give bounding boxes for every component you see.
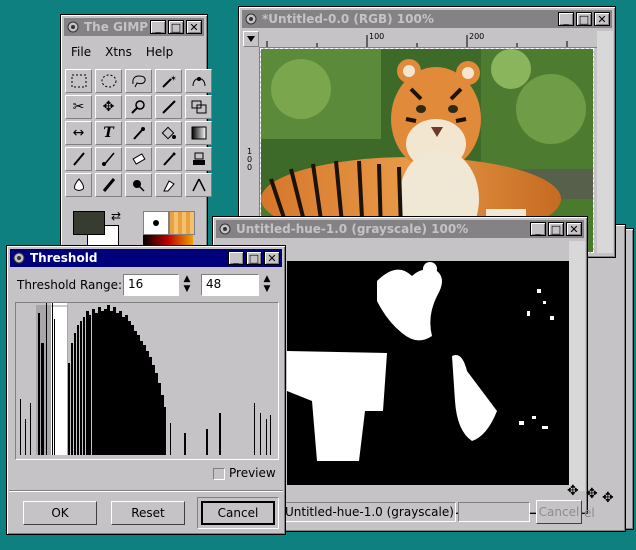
threshold-dialog[interactable]: Threshold _ □ ✕ Threshold Range: 16 ▲ ▼ 4… [6, 245, 286, 535]
cancel-button[interactable]: Cancel [201, 501, 275, 525]
ruler-label-100: 100 [369, 32, 385, 41]
close-button[interactable]: ✕ [594, 12, 610, 26]
move-cursor-icon-2: ✥ [586, 486, 598, 502]
v-ruler-label-3: 0 [247, 163, 253, 172]
minimize-button[interactable]: _ [558, 12, 574, 26]
bezier-select-icon[interactable] [185, 69, 212, 93]
ruler-label-200: 200 [469, 32, 485, 41]
airbrush-icon[interactable] [155, 147, 182, 171]
toolbox-menubar: File Xtns Help [71, 45, 173, 59]
smudge-icon[interactable] [155, 173, 182, 197]
convolve-icon[interactable] [65, 173, 92, 197]
toolbox-title: The GIMP [84, 20, 149, 34]
hue-window-title: Untitled-hue-1.0 (grayscale) 100% [236, 222, 469, 236]
gimp-logo-icon-2 [218, 222, 232, 236]
hue-vscrollbar[interactable] [569, 241, 585, 491]
close-button-2[interactable]: ✕ [566, 222, 582, 236]
image-window-title: *Untitled-0.0 (RGB) 100% [262, 12, 434, 26]
threshold-close-button[interactable]: ✕ [264, 251, 280, 265]
threshold-low-input[interactable]: 16 [123, 274, 179, 296]
ruler-corner-button[interactable] [243, 31, 259, 47]
toolbox-titlebar[interactable]: The GIMP _ □ ✕ [64, 18, 204, 36]
move-cursor-icon-3: ✥ [602, 490, 614, 506]
threshold-high-spinner[interactable]: ▲ ▼ [261, 274, 273, 296]
status-text: Untitled-hue-1.0 (grayscale) 10 [285, 505, 473, 519]
pencil-icon[interactable] [65, 147, 92, 171]
preview-checkbox[interactable] [213, 468, 225, 480]
svg-text:✶: ✶ [170, 74, 177, 83]
threshold-high-input[interactable]: 48 [201, 274, 259, 296]
horizontal-ruler-ticks [266, 35, 568, 47]
crop-icon[interactable] [155, 95, 182, 119]
status-bar: Untitled-hue-1.0 (grayscale) 10 [284, 502, 473, 522]
reset-button[interactable]: Reset [111, 501, 185, 525]
threshold-minimize-button[interactable]: _ [228, 251, 244, 265]
brush-preview[interactable] [143, 211, 169, 235]
scissors-icon[interactable]: ✂ [65, 95, 92, 119]
paintbrush-icon[interactable] [95, 147, 122, 171]
dodge-burn-icon[interactable] [125, 173, 152, 197]
threshold-titlebar[interactable]: Threshold _ □ ✕ [10, 249, 282, 267]
preview-label: Preview [229, 466, 276, 480]
gimp-logo-icon-3 [66, 20, 80, 34]
threshold-maximize-button[interactable]: □ [246, 251, 262, 265]
histogram[interactable] [16, 303, 276, 457]
pattern-preview[interactable] [169, 211, 195, 235]
toolbox-minimize-button[interactable]: _ [150, 20, 166, 34]
toolbox-window[interactable]: The GIMP _ □ ✕ File Xtns Help ✶ ✂ ✥ ↔ T [60, 14, 212, 250]
threshold-low-spinner[interactable]: ▲ ▼ [181, 274, 193, 296]
flip-icon[interactable]: ↔ [65, 121, 92, 145]
ok-button[interactable]: OK [23, 501, 97, 525]
image-window-titlebar[interactable]: *Untitled-0.0 (RGB) 100% _ □ ✕ [242, 10, 612, 28]
ellipse-select-icon[interactable] [95, 69, 122, 93]
color-picker-icon[interactable] [125, 121, 152, 145]
swap-colors-icon[interactable]: ⇄ [111, 209, 121, 223]
back-cancel-button-2[interactable]: el [584, 506, 595, 520]
tool-grid: ✶ ✂ ✥ ↔ T [65, 69, 213, 197]
histogram-frame [15, 302, 279, 460]
maximize-button-2[interactable]: □ [548, 222, 564, 236]
gimp-logo-icon [244, 12, 258, 26]
move-icon[interactable]: ✥ [95, 95, 122, 119]
menu-help[interactable]: Help [146, 45, 173, 59]
image-vscrollbar[interactable] [597, 31, 613, 253]
status-field [458, 502, 530, 522]
eraser-icon[interactable] [125, 147, 152, 171]
minimize-button-2[interactable]: _ [530, 222, 546, 236]
menu-xtns[interactable]: Xtns [105, 45, 132, 59]
fg-color-swatch[interactable] [73, 211, 105, 235]
fuzzy-select-icon[interactable]: ✶ [155, 69, 182, 93]
horizontal-ruler[interactable]: 100 200 [259, 31, 597, 48]
maximize-button[interactable]: □ [576, 12, 592, 26]
free-select-icon[interactable] [125, 69, 152, 93]
gradient-preview[interactable] [143, 235, 193, 245]
toolbox-maximize-button[interactable]: □ [168, 20, 184, 34]
bucket-fill-icon[interactable] [155, 121, 182, 145]
threshold-preview-image [287, 262, 554, 461]
measure-icon[interactable] [185, 173, 212, 197]
move-cursor-icon: ✥ [567, 483, 579, 499]
menu-file[interactable]: File [71, 45, 91, 59]
threshold-range-label: Threshold Range: [17, 278, 123, 292]
gimp-logo-icon-4 [12, 251, 26, 265]
magnify-icon[interactable] [125, 95, 152, 119]
transform-icon[interactable] [185, 95, 212, 119]
ink-icon[interactable] [95, 173, 122, 197]
clone-icon[interactable] [185, 147, 212, 171]
rect-select-icon[interactable] [65, 69, 92, 93]
back-cancel-button[interactable]: Cancel [536, 500, 582, 524]
threshold-title: Threshold [30, 251, 98, 265]
text-tool-icon[interactable]: T [95, 121, 122, 145]
blend-icon[interactable] [185, 121, 212, 145]
hue-window-titlebar[interactable]: Untitled-hue-1.0 (grayscale) 100% _ □ ✕ [216, 220, 584, 238]
dialog-separator [9, 490, 283, 492]
threshold-image[interactable] [287, 261, 569, 485]
toolbox-close-button[interactable]: ✕ [186, 20, 202, 34]
